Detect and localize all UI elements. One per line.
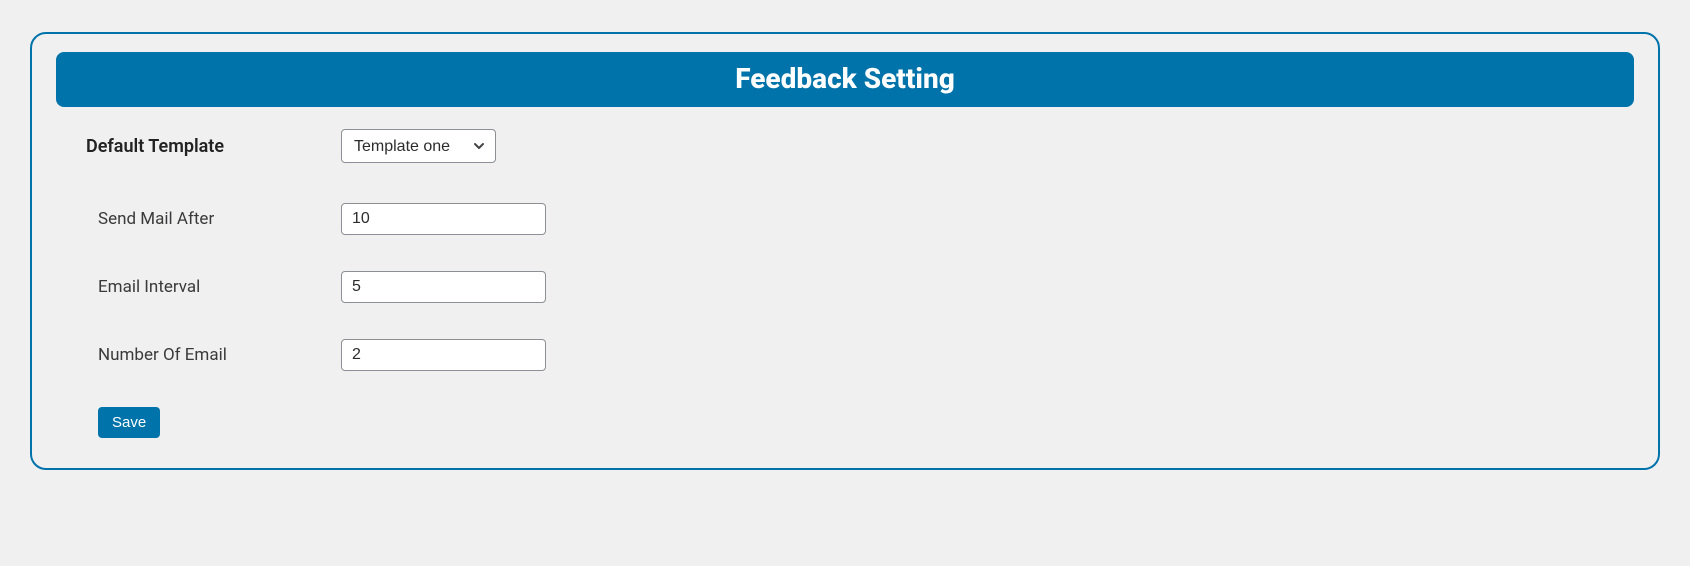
default-template-select[interactable]: Template one [341, 129, 496, 163]
feedback-settings-panel: Feedback Setting Default Template Templa… [30, 32, 1660, 470]
email-interval-input[interactable] [341, 271, 546, 303]
default-template-row: Default Template Template one [56, 129, 1634, 163]
send-mail-after-row: Send Mail After [56, 203, 1634, 235]
button-row: Save [56, 407, 1634, 438]
number-of-email-label: Number Of Email [86, 345, 341, 365]
number-of-email-input[interactable] [341, 339, 546, 371]
send-mail-after-label: Send Mail After [86, 209, 341, 229]
default-template-label: Default Template [86, 136, 341, 157]
email-interval-label: Email Interval [86, 277, 341, 297]
email-interval-row: Email Interval [56, 271, 1634, 303]
default-template-select-wrap: Template one [341, 129, 496, 163]
send-mail-after-input[interactable] [341, 203, 546, 235]
save-button[interactable]: Save [98, 407, 160, 438]
panel-title: Feedback Setting [56, 52, 1634, 107]
number-of-email-row: Number Of Email [56, 339, 1634, 371]
